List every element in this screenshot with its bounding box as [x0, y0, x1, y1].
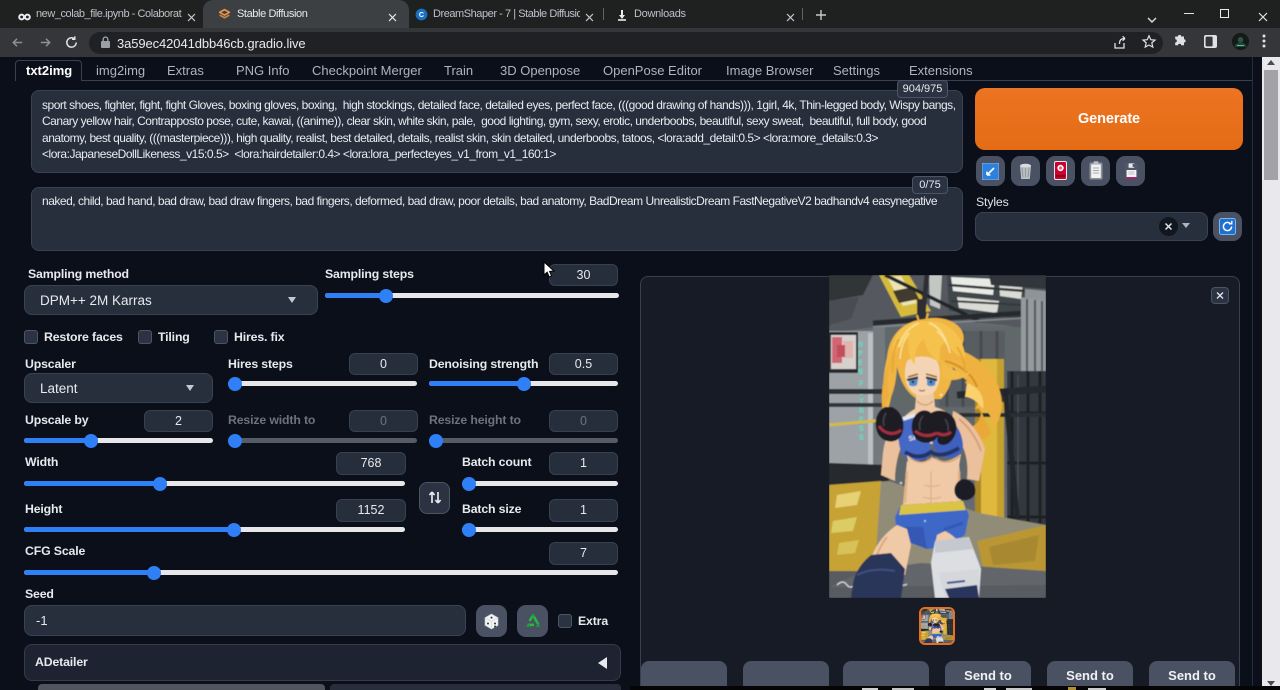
svg-text:C: C: [419, 11, 424, 19]
